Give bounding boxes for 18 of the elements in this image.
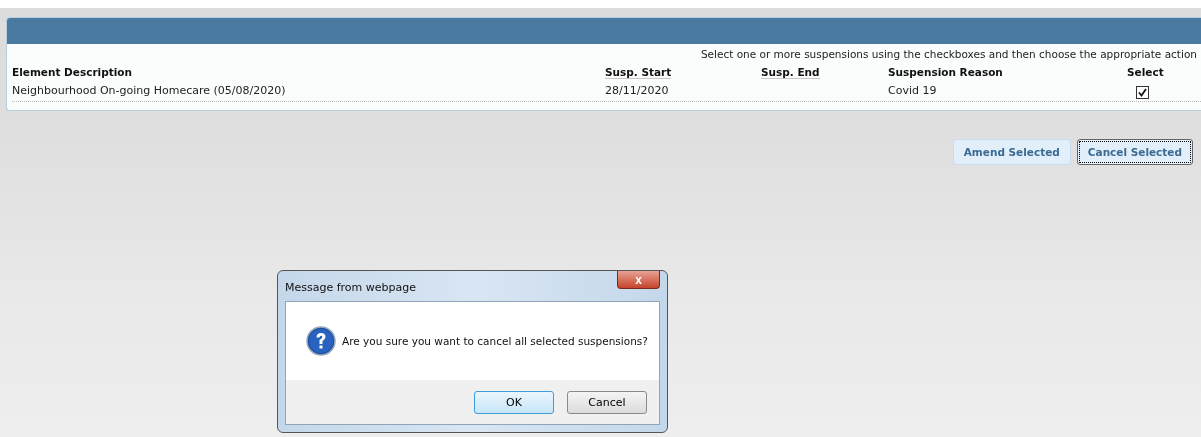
dialog-button[interactable]: OK (474, 390, 554, 414)
dialog-message: Are you sure you want to cancel all selected suspensions? (342, 335, 648, 347)
close-button[interactable]: x (617, 271, 660, 289)
column-header: Suspension Reason (888, 65, 1003, 79)
column-header: Select (1127, 65, 1164, 79)
table-cell-text: Neighbourhood On-going Homecare (05/08/2020) (12, 83, 287, 99)
action-button[interactable]: Amend Selected (952, 139, 1071, 165)
table-cell-text: Covid 19 (888, 83, 938, 99)
dialog-button[interactable]: Cancel (567, 390, 647, 414)
dialog-title: Message from webpage (285, 281, 417, 294)
action-button[interactable]: Cancel Selected (1076, 139, 1193, 165)
instruction-text: Select one or more suspensions using the checkboxes and then choose the appropriate action (700, 48, 1197, 62)
column-header[interactable]: Susp. Start (605, 62, 672, 79)
select-checkbox[interactable] (1136, 86, 1149, 99)
table-cell-text: 28/11/2020 (605, 83, 670, 99)
column-header[interactable]: Susp. End (761, 62, 820, 79)
question-icon (306, 326, 336, 356)
column-header: Element Description (12, 65, 133, 79)
